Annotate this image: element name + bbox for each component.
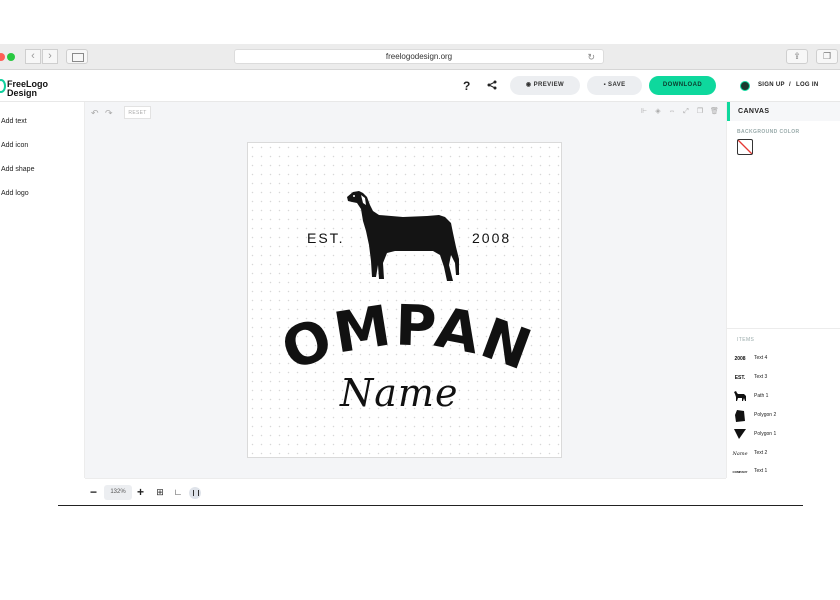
est-text[interactable]: EST. — [307, 230, 345, 246]
logo-line-2: Design — [7, 88, 38, 98]
bottom-divider — [58, 505, 803, 506]
reload-icon[interactable]: ↻ — [587, 50, 595, 64]
grid-icon[interactable]: ⊞ — [155, 487, 165, 497]
log-in-link[interactable]: LOG IN — [796, 82, 818, 88]
save-label: SAVE — [608, 82, 626, 88]
zoom-level-field[interactable]: 132% — [104, 485, 132, 500]
layer-item-polygon-2[interactable]: Polygon 2 — [732, 409, 832, 423]
layer-label: Text 1 — [754, 468, 768, 474]
background-color-label: BACKGROUND COLOR — [737, 129, 800, 135]
layer-item-text-3[interactable]: EST. Text 3 — [732, 371, 832, 385]
address-bar[interactable]: freelogodesign.org ↻ — [234, 49, 604, 64]
layer-item-text-4[interactable]: 2008 Text 4 — [732, 352, 832, 366]
zoom-toolbar: − 132% + ⊞ ∟ — [85, 478, 726, 505]
flip-icon[interactable]: ⇔ — [668, 108, 676, 116]
name-text[interactable]: Name — [340, 371, 458, 415]
screenshot-frame: ‹ › freelogodesign.org ↻ ⇪ ❐ FreeLogo De… — [0, 0, 840, 600]
chevron-left-icon: ‹ — [31, 50, 35, 62]
back-button[interactable]: ‹ — [25, 49, 41, 64]
layer-item-path-1[interactable]: Path 1 — [732, 390, 832, 404]
preview-label: PREVIEW — [533, 82, 565, 88]
guides-toggle-icon[interactable] — [189, 487, 201, 499]
zoom-in-button[interactable]: + — [137, 485, 144, 499]
undo-icon[interactable]: ↶ — [91, 108, 99, 119]
align-icon[interactable]: ⊩ — [640, 108, 648, 116]
polygon-thumb-icon — [732, 409, 748, 423]
year-text[interactable]: 2008 — [472, 230, 511, 246]
sidebar-toggle-button[interactable] — [66, 49, 88, 64]
zoom-out-button[interactable]: − — [90, 485, 97, 499]
help-icon[interactable]: ? — [463, 79, 470, 93]
duplicate-icon[interactable]: ❐ — [696, 108, 704, 116]
dog-silhouette-icon[interactable] — [343, 189, 465, 285]
resize-icon[interactable]: ⤢ — [682, 108, 690, 116]
dog-thumb-icon — [732, 390, 748, 404]
tabs-icon: ❐ — [822, 51, 832, 61]
tabs-button[interactable]: ❐ — [816, 49, 838, 64]
forward-button[interactable]: › — [42, 49, 58, 64]
save-button[interactable]: ▪ SAVE — [587, 76, 642, 95]
layer-label: Text 2 — [754, 450, 768, 456]
preview-button[interactable]: ◉ PREVIEW — [510, 76, 580, 95]
share-icon: ⇪ — [793, 51, 801, 61]
triangle-thumb-icon — [732, 428, 748, 442]
logo-artboard[interactable]: EST. 2008 COMPANY Name — [247, 142, 562, 458]
canvas-workspace: ↶ ↷ RESET ⊩ ◈ ⇔ ⤢ ❐ 🗑 EST. 2008 COMPANY … — [85, 102, 726, 478]
add-text-item[interactable]: Add text — [1, 118, 27, 125]
download-label: DOWNLOAD — [662, 82, 703, 88]
layer-label: Text 3 — [754, 374, 768, 380]
layer-thumb: EST. — [734, 375, 746, 381]
sign-up-link[interactable]: SIGN UP — [758, 82, 785, 88]
download-button[interactable]: DOWNLOAD — [649, 76, 716, 95]
freelogodesign-logo[interactable]: FreeLogo Design — [0, 76, 52, 98]
items-section-label: ITEMS — [737, 337, 755, 343]
chevron-right-icon: › — [48, 50, 52, 62]
layer-item-text-1[interactable]: COMPANY Text 1 — [732, 465, 832, 479]
trash-icon[interactable]: 🗑 — [710, 108, 719, 116]
layer-item-polygon-1[interactable]: Polygon 1 — [732, 428, 832, 442]
reset-button[interactable]: RESET — [124, 106, 151, 119]
share-button[interactable]: ⇪ — [786, 49, 808, 64]
ruler-icon[interactable]: ∟ — [173, 487, 183, 497]
redo-icon[interactable]: ↷ — [105, 108, 113, 119]
layer-thumb: 2008 — [734, 356, 746, 362]
close-window-dot[interactable] — [0, 53, 5, 61]
zoom-window-dot[interactable] — [7, 53, 15, 61]
canvas-panel-title: CANVAS — [727, 102, 840, 121]
eye-icon: ◉ — [525, 82, 534, 88]
layer-label: Polygon 1 — [754, 431, 777, 437]
layer-label: Text 4 — [754, 355, 768, 361]
layer-label: Path 1 — [754, 393, 769, 399]
user-avatar-icon[interactable] — [740, 81, 750, 91]
share-icon[interactable] — [487, 79, 497, 93]
items-divider — [727, 328, 840, 329]
url-text: freelogodesign.org — [385, 52, 453, 61]
layer-thumb: Name — [732, 451, 748, 457]
add-logo-item[interactable]: Add logo — [1, 190, 29, 197]
layer-item-text-2[interactable]: Name Text 2 — [732, 447, 832, 461]
add-shape-item[interactable]: Add shape — [1, 166, 34, 173]
logo-mark-icon — [0, 79, 6, 93]
properties-panel: CANVAS BACKGROUND COLOR ITEMS 2008 Text … — [726, 102, 840, 478]
auth-separator: / — [789, 82, 791, 88]
left-tools-panel: Add text Add icon Add shape Add logo — [0, 102, 85, 478]
layer-label: Polygon 2 — [754, 412, 777, 418]
layer-thumb: COMPANY — [732, 470, 748, 474]
layers-icon[interactable]: ◈ — [654, 108, 662, 116]
background-color-swatch[interactable] — [737, 139, 753, 155]
add-icon-item[interactable]: Add icon — [1, 142, 28, 149]
app-header: FreeLogo Design ? ◉ PREVIEW ▪ SAVE DOWNL… — [0, 70, 840, 102]
browser-toolbar: ‹ › freelogodesign.org ↻ ⇪ ❐ — [0, 44, 840, 70]
